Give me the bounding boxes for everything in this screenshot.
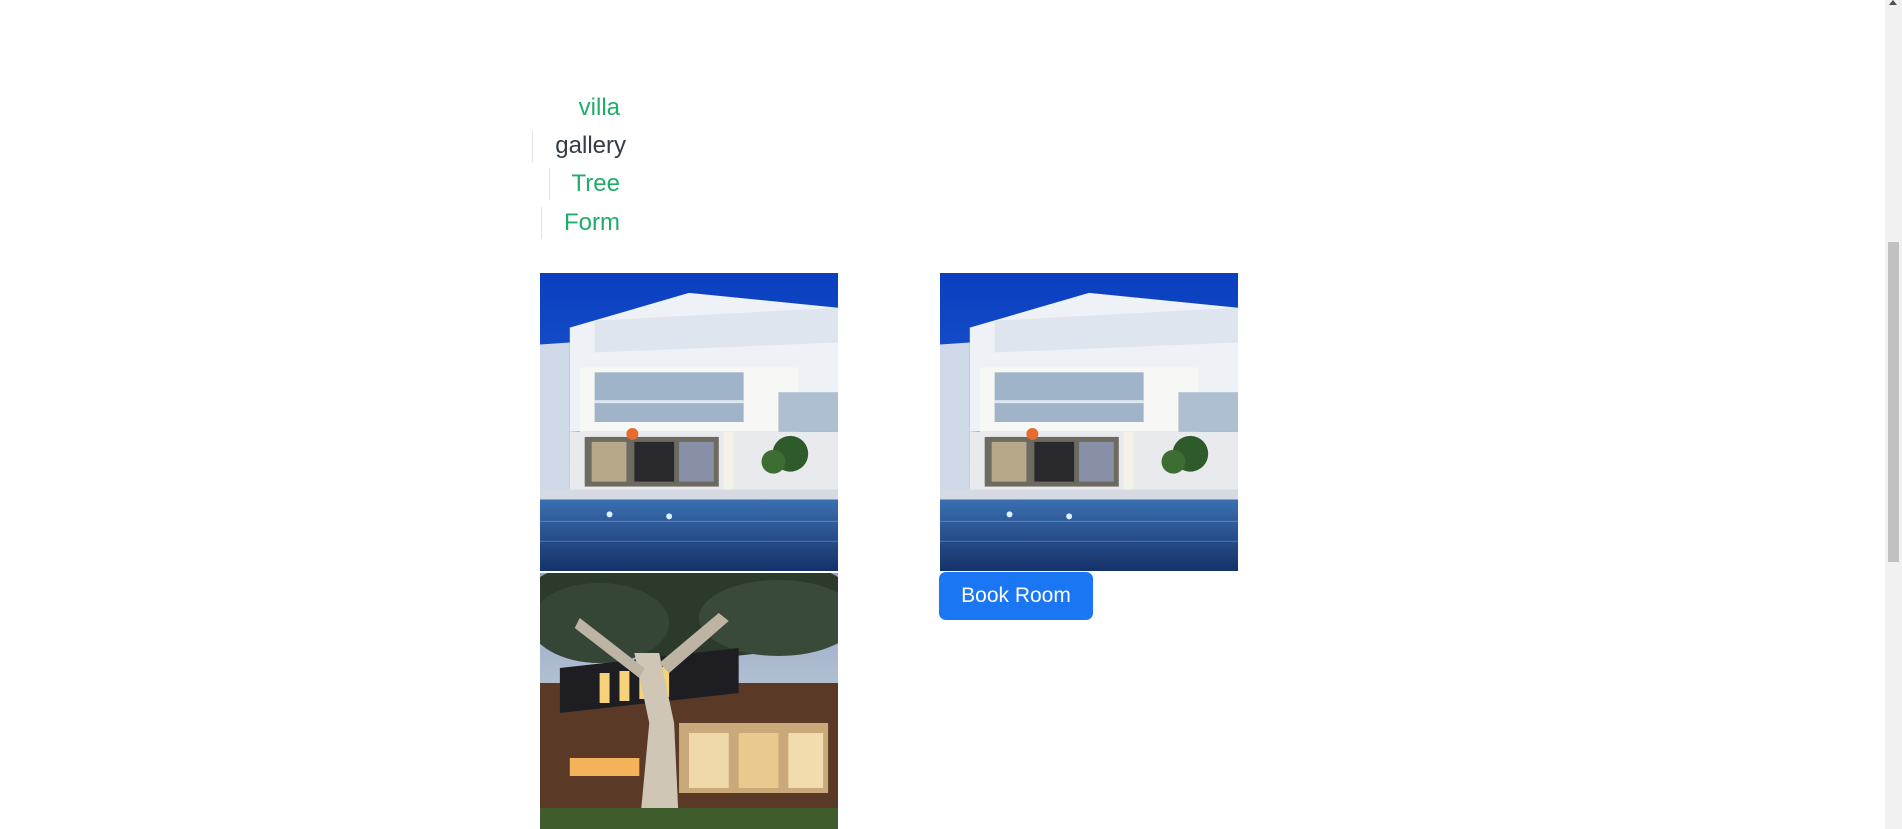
villa-photo[interactable] [540, 273, 838, 571]
nav-link-tree[interactable]: Tree [548, 168, 620, 200]
tree-house-photo[interactable] [540, 573, 838, 829]
villa-photo[interactable] [940, 273, 1238, 571]
scroll-up-arrow-icon[interactable] [1889, 0, 1897, 5]
book-room-button[interactable]: Book Room [939, 572, 1093, 620]
page: villa gallery Tree Form Book Room [0, 0, 1902, 829]
scrollbar[interactable] [1885, 0, 1902, 829]
tree-house-photo-image [540, 573, 838, 829]
villa-photo-image [940, 273, 1238, 571]
nav-link-form[interactable]: Form [541, 207, 620, 239]
nav-link-villa[interactable]: villa [557, 92, 620, 124]
scrollbar-thumb[interactable] [1888, 242, 1899, 562]
nav-link-gallery[interactable]: gallery [532, 130, 626, 162]
villa-photo-image [540, 273, 838, 571]
